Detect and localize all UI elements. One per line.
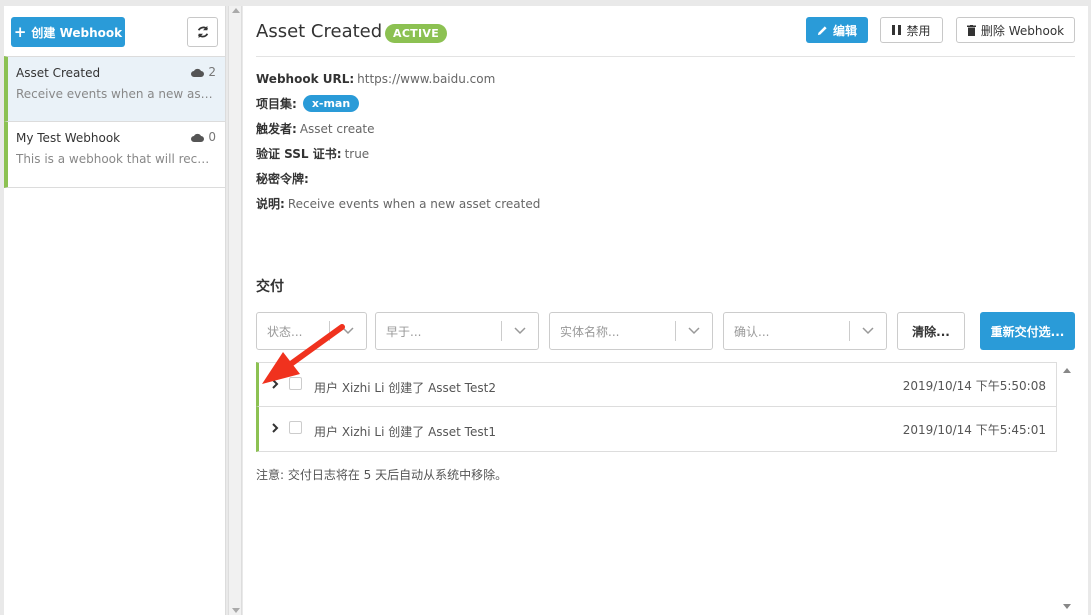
chevron-down-icon bbox=[514, 327, 526, 335]
entity-filter-select[interactable]: 实体名称... bbox=[549, 312, 713, 350]
chevron-down-icon bbox=[688, 327, 700, 335]
delivery-count-value: 2 bbox=[208, 65, 216, 79]
delivery-row[interactable]: 用户 Xizhi Li 创建了 Asset Test2 2019/10/14 下… bbox=[256, 362, 1057, 407]
cloud-icon bbox=[191, 133, 205, 142]
detail-key: 说明: bbox=[256, 197, 285, 211]
delete-webhook-label: 删除 Webhook bbox=[980, 23, 1065, 38]
select-separator bbox=[675, 321, 676, 341]
plus-icon: + bbox=[13, 22, 27, 41]
status-badge: ACTIVE bbox=[385, 24, 448, 43]
refresh-button[interactable] bbox=[187, 17, 218, 47]
pause-icon bbox=[892, 25, 902, 35]
edit-button[interactable]: 编辑 bbox=[806, 17, 868, 43]
webhook-list-item[interactable]: Asset Created 2 Receive events when a ne… bbox=[4, 56, 225, 122]
delivery-message: 用户 Xizhi Li 创建了 Asset Test2 bbox=[314, 381, 496, 395]
cloud-icon bbox=[191, 68, 205, 77]
detail-key: 触发者: bbox=[256, 122, 297, 136]
clear-filters-button[interactable]: 清除... bbox=[897, 312, 965, 350]
status-filter-select[interactable]: 状态... bbox=[256, 312, 367, 350]
detail-value: Receive events when a new asset created bbox=[287, 196, 541, 211]
detail-key: 项目集: bbox=[256, 97, 297, 111]
webhook-name: Asset Created bbox=[16, 66, 101, 80]
sidebar-scrollbar[interactable] bbox=[228, 6, 242, 615]
delivery-time: 2019/10/14 下午5:50:08 bbox=[902, 379, 1046, 393]
delivery-time: 2019/10/14 下午5:45:01 bbox=[902, 423, 1046, 437]
select-separator bbox=[849, 321, 850, 341]
delete-webhook-button[interactable]: 删除 Webhook bbox=[956, 17, 1075, 43]
detail-description: 说明: Receive events when a new asset crea… bbox=[256, 191, 540, 216]
scroll-down-arrow-icon[interactable] bbox=[232, 608, 240, 613]
page-title: Asset Created bbox=[256, 21, 383, 42]
detail-key: 验证 SSL 证书: bbox=[256, 147, 342, 161]
delivery-checkbox[interactable] bbox=[289, 421, 302, 434]
webhook-detail-panel: Asset Created ACTIVE 编辑 禁用 删除 Webhook We… bbox=[243, 6, 1088, 615]
select-separator bbox=[501, 321, 502, 341]
create-webhook-label: 创建 Webhook bbox=[31, 25, 123, 40]
delivery-message: 用户 Xizhi Li 创建了 Asset Test1 bbox=[314, 425, 496, 439]
confirm-filter-select[interactable]: 确认... bbox=[723, 312, 887, 350]
detail-key: 秘密令牌: bbox=[256, 172, 309, 186]
scroll-down-arrow-icon[interactable] bbox=[1063, 604, 1071, 609]
detail-value: Asset create bbox=[299, 121, 375, 136]
detail-ssl: 验证 SSL 证书: true bbox=[256, 141, 540, 166]
delivery-row[interactable]: 用户 Xizhi Li 创建了 Asset Test1 2019/10/14 下… bbox=[256, 407, 1057, 452]
detail-secret: 秘密令牌: bbox=[256, 166, 540, 191]
before-filter-placeholder: 早于... bbox=[386, 324, 422, 339]
chevron-down-icon bbox=[862, 327, 874, 335]
disable-label: 禁用 bbox=[906, 23, 931, 38]
sidebar-toolbar: + 创建 Webhook bbox=[4, 6, 225, 56]
chevron-right-icon[interactable] bbox=[271, 379, 279, 389]
webhook-description: Receive events when a new asset created bbox=[16, 87, 216, 101]
pencil-icon bbox=[817, 25, 827, 35]
detail-key: Webhook URL: bbox=[256, 71, 355, 86]
edit-label: 编辑 bbox=[832, 23, 857, 38]
detail-url: Webhook URL: https://www.baidu.com bbox=[256, 66, 540, 91]
webhook-sidebar: + 创建 Webhook Asset Created 2 Receive eve… bbox=[4, 6, 226, 615]
disable-button[interactable]: 禁用 bbox=[880, 17, 943, 43]
chevron-down-icon bbox=[342, 327, 354, 335]
delivery-count-value: 0 bbox=[208, 130, 216, 144]
confirm-filter-placeholder: 确认... bbox=[734, 324, 770, 339]
detail-project: 项目集: x-man bbox=[256, 91, 540, 116]
scroll-up-arrow-icon[interactable] bbox=[232, 8, 240, 13]
create-webhook-button[interactable]: + 创建 Webhook bbox=[11, 17, 125, 47]
webhook-list-item[interactable]: My Test Webhook 0 This is a webhook that… bbox=[4, 122, 225, 188]
status-filter-placeholder: 状态... bbox=[267, 324, 303, 339]
webhook-details: Webhook URL: https://www.baidu.com 项目集: … bbox=[256, 66, 540, 216]
deliveries-title: 交付 bbox=[256, 279, 284, 295]
scroll-up-arrow-icon[interactable] bbox=[1063, 368, 1071, 373]
detail-trigger: 触发者: Asset create bbox=[256, 116, 540, 141]
webhook-description: This is a webhook that will receive even… bbox=[16, 152, 216, 166]
detail-value: true bbox=[344, 146, 370, 161]
delivery-count: 2 bbox=[191, 65, 216, 79]
header-divider bbox=[256, 56, 1075, 57]
delivery-checkbox[interactable] bbox=[289, 377, 302, 390]
delivery-scrollbar[interactable] bbox=[1060, 362, 1074, 615]
redeliver-selected-button[interactable]: 重新交付选... bbox=[980, 312, 1075, 350]
detail-value: https://www.baidu.com bbox=[357, 71, 496, 86]
retention-note: 注意: 交付日志将在 5 天后自动从系统中移除。 bbox=[256, 468, 508, 482]
project-tag: x-man bbox=[302, 95, 360, 112]
app-frame: + 创建 Webhook Asset Created 2 Receive eve… bbox=[0, 0, 1091, 615]
delivery-count: 0 bbox=[191, 130, 216, 144]
select-separator bbox=[329, 321, 330, 341]
trash-icon bbox=[966, 24, 976, 36]
entity-filter-placeholder: 实体名称... bbox=[560, 324, 620, 339]
chevron-right-icon[interactable] bbox=[271, 423, 279, 433]
refresh-icon bbox=[197, 25, 208, 39]
delivery-list: 用户 Xizhi Li 创建了 Asset Test2 2019/10/14 下… bbox=[256, 362, 1057, 452]
webhook-name: My Test Webhook bbox=[16, 131, 121, 145]
before-filter-select[interactable]: 早于... bbox=[375, 312, 539, 350]
